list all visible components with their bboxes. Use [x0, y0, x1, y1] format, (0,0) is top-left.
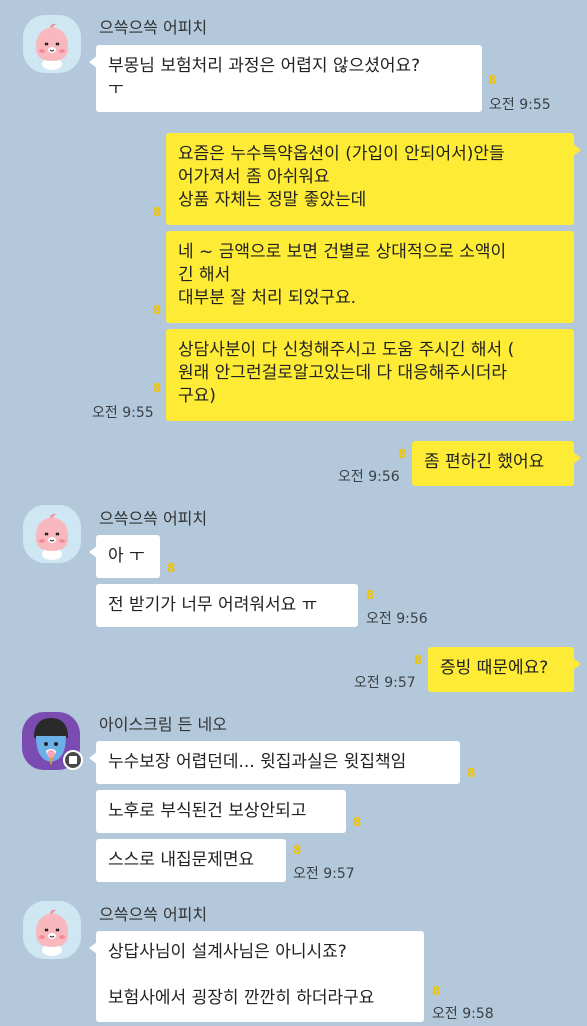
message-bubble[interactable]: 좀 편하긴 했어요: [412, 441, 581, 486]
message-time: 오전 9:57: [354, 675, 416, 691]
unread-count: 8: [467, 766, 476, 780]
sender-name: 아이스크림 든 네오: [99, 715, 227, 734]
unread-count: 8: [293, 843, 302, 857]
message-bubble[interactable]: 아 ㅜ: [89, 535, 160, 578]
message-time: 오전 9:56: [366, 611, 428, 627]
unread-count: 8: [366, 588, 375, 602]
message-bubble[interactable]: 전 받기가 너무 어려워서요 ㅠ: [96, 584, 358, 627]
profile-badge-icon: [63, 750, 83, 770]
unread-count: 8: [153, 381, 162, 395]
message-time: 오전 9:55: [92, 405, 154, 421]
unread-count: 8: [432, 984, 441, 998]
unread-count: 8: [414, 653, 423, 667]
apeach-avatar[interactable]: [23, 15, 81, 73]
message-bubble[interactable]: 증빙 때문에요?: [428, 647, 581, 692]
apeach-icon: [35, 909, 69, 956]
message-bubble[interactable]: 상담사분이 다 신청해주시고 도움 주시긴 해서 ( 원래 안그런걸로알고있는데…: [166, 329, 574, 421]
apeach-avatar[interactable]: [23, 901, 81, 959]
message-bubble[interactable]: 스스로 내집문제면요: [96, 839, 286, 882]
message-bubble[interactable]: 네 ~ 금액으로 보면 건별로 상대적으로 소액이 긴 해서 대부분 잘 처리 …: [166, 231, 574, 323]
message-bubble[interactable]: 요즘은 누수특약옵션이 (가입이 안되어서)안들 어가져서 좀 아쉬워요 상품 …: [166, 133, 581, 225]
message-bubble[interactable]: 누수보장 어렵던데... 윗집과실은 윗집책임: [89, 741, 460, 784]
unread-count: 8: [167, 561, 176, 575]
message-time: 오전 9:58: [432, 1006, 494, 1022]
unread-count: 8: [153, 205, 162, 219]
sender-name: 으쓱으쓱 어피치: [99, 509, 208, 528]
message-bubble[interactable]: 노후로 부식된건 보상안되고: [96, 790, 346, 833]
apeach-avatar[interactable]: [23, 505, 81, 563]
message-bubble[interactable]: 상답사님이 설계사님은 아니시죠? 보험사에서 굉장히 깐깐히 하더라구요: [89, 931, 424, 1022]
message-time: 오전 9:57: [293, 866, 355, 882]
unread-count: 8: [353, 815, 362, 829]
unread-count: 8: [153, 303, 162, 317]
unread-count: 8: [488, 73, 497, 87]
message-bubble[interactable]: 부몽님 보험처리 과정은 어렵지 않으셨어요? ㅜ: [89, 45, 482, 112]
apeach-icon: [35, 513, 69, 560]
apeach-icon: [35, 23, 69, 70]
unread-count: 8: [398, 447, 407, 461]
sender-name: 으쓱으쓱 어피치: [99, 18, 208, 37]
sender-name: 으쓱으쓱 어피치: [99, 905, 208, 924]
message-time: 오전 9:55: [489, 97, 551, 113]
message-time: 오전 9:56: [338, 469, 400, 485]
